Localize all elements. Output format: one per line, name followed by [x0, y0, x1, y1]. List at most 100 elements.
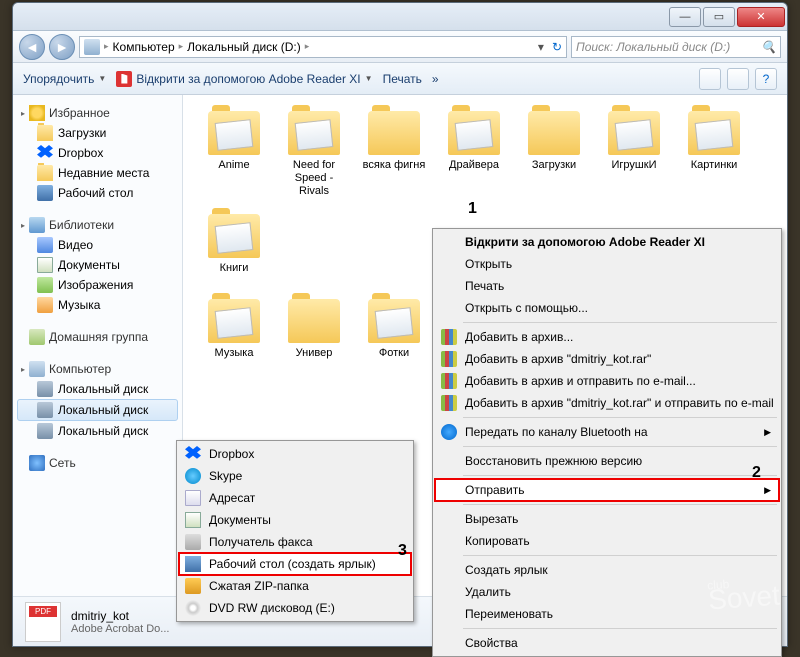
sendto-mail[interactable]: Адресат — [179, 487, 411, 509]
sendto-desktop-shortcut[interactable]: Рабочий стол (создать ярлык) — [179, 553, 411, 575]
titlebar[interactable]: — ▭ ✕ — [13, 3, 787, 31]
library-icon — [29, 217, 45, 233]
sidebar-item-disk-e[interactable]: Локальный диск — [17, 421, 178, 441]
folder-item[interactable]: ИгрушкИ — [595, 107, 673, 202]
folder-item[interactable]: Книги — [195, 210, 273, 279]
video-icon — [37, 237, 53, 253]
sidebar-item-downloads[interactable]: Загрузки — [17, 123, 178, 143]
rar-icon — [441, 329, 457, 345]
ctx-openwith[interactable]: Открыть с помощью... — [435, 297, 779, 319]
folder-item[interactable]: Фотки — [355, 295, 433, 364]
sidebar-item-documents[interactable]: Документы — [17, 255, 178, 275]
sidebar-network[interactable]: ▸Сеть — [17, 453, 178, 473]
preview-pane-button[interactable] — [727, 68, 749, 90]
computer-icon — [29, 361, 45, 377]
sendto-documents[interactable]: Документы — [179, 509, 411, 531]
sendto-skype[interactable]: Skype — [179, 465, 411, 487]
search-input[interactable]: Поиск: Локальный диск (D:) 🔍 — [571, 36, 781, 58]
folder-item[interactable]: всяка фигня — [355, 107, 433, 202]
view-options-button[interactable] — [699, 68, 721, 90]
back-button[interactable]: ◄ — [19, 34, 45, 60]
separator — [463, 475, 777, 476]
desktop-icon — [185, 556, 201, 572]
print-button[interactable]: Печать — [383, 72, 422, 86]
ctx-print[interactable]: Печать — [435, 275, 779, 297]
folder-icon — [608, 111, 660, 155]
ctx-archive-named[interactable]: Добавить в архив "dmitriy_kot.rar" — [435, 348, 779, 370]
folder-item[interactable]: Загрузки — [515, 107, 593, 202]
folder-icon — [288, 111, 340, 155]
sidebar-computer[interactable]: ▸Компьютер — [17, 359, 178, 379]
folder-item[interactable]: Need for Speed - Rivals — [275, 107, 353, 202]
ctx-archive-email[interactable]: Добавить в архив и отправить по e-mail..… — [435, 370, 779, 392]
more-button[interactable]: » — [432, 72, 439, 86]
ctx-open-adobe[interactable]: Відкрити за допомогою Adobe Reader XI — [435, 231, 779, 253]
drive-icon — [37, 423, 53, 439]
search-icon: 🔍 — [761, 40, 776, 54]
chevron-down-icon: ▼ — [365, 74, 373, 83]
rar-icon — [441, 395, 457, 411]
folder-icon — [368, 111, 420, 155]
ctx-cut[interactable]: Вырезать — [435, 508, 779, 530]
sidebar-item-disk-c[interactable]: Локальный диск — [17, 379, 178, 399]
sidebar-item-desktop[interactable]: Рабочий стол — [17, 183, 178, 203]
ctx-open[interactable]: Открыть — [435, 253, 779, 275]
sidebar-item-video[interactable]: Видео — [17, 235, 178, 255]
sidebar-favorites[interactable]: ▸Избранное — [17, 103, 178, 123]
collapse-icon: ▸ — [21, 109, 25, 118]
forward-button[interactable]: ► — [49, 34, 75, 60]
refresh-icon[interactable]: ↻ — [552, 40, 562, 54]
minimize-button[interactable]: — — [669, 7, 701, 27]
sendto-fax[interactable]: Получатель факса — [179, 531, 411, 553]
organize-button[interactable]: Упорядочить▼ — [23, 72, 106, 86]
ctx-rename[interactable]: Переименовать — [435, 603, 779, 625]
sendto-dvd[interactable]: DVD RW дисковод (E:) — [179, 597, 411, 619]
dropdown-icon[interactable]: ▾ — [538, 40, 544, 54]
star-icon — [29, 105, 45, 121]
breadcrumb-computer[interactable]: Компьютер — [113, 40, 175, 54]
ctx-restore[interactable]: Восстановить прежнюю версию — [435, 450, 779, 472]
sendto-zip[interactable]: Сжатая ZIP-папка — [179, 575, 411, 597]
sidebar-item-recent[interactable]: Недавние места — [17, 163, 178, 183]
folder-icon — [448, 111, 500, 155]
ctx-properties[interactable]: Свойства — [435, 632, 779, 654]
ctx-copy[interactable]: Копировать — [435, 530, 779, 552]
status-filename: dmitriy_kot — [71, 609, 169, 623]
sidebar-item-pictures[interactable]: Изображения — [17, 275, 178, 295]
dropbox-icon — [185, 446, 201, 462]
sidebar-item-music[interactable]: Музыка — [17, 295, 178, 315]
separator — [463, 555, 777, 556]
sendto-dropbox[interactable]: Dropbox — [179, 443, 411, 465]
ctx-shortcut[interactable]: Создать ярлык — [435, 559, 779, 581]
help-button[interactable]: ? — [755, 68, 777, 90]
sidebar-item-disk-d[interactable]: Локальный диск — [17, 399, 178, 421]
breadcrumb-disk[interactable]: Локальный диск (D:) — [187, 40, 301, 54]
sidebar-homegroup[interactable]: ▸Домашняя группа — [17, 327, 178, 347]
ctx-delete[interactable]: Удалить — [435, 581, 779, 603]
chevron-right-icon: ▸ — [305, 41, 310, 52]
music-icon — [37, 297, 53, 313]
open-with-button[interactable]: Відкрити за допомогою Adobe Reader XI▼ — [116, 71, 372, 87]
documents-icon — [185, 512, 201, 528]
ctx-archive-named-email[interactable]: Добавить в архив "dmitriy_kot.rar" и отп… — [435, 392, 779, 414]
sidebar-libraries[interactable]: ▸Библиотеки — [17, 215, 178, 235]
folder-item[interactable]: Anime — [195, 107, 273, 202]
skype-icon — [185, 468, 201, 484]
maximize-button[interactable]: ▭ — [703, 7, 735, 27]
separator — [463, 504, 777, 505]
folder-item[interactable]: Музыка — [195, 295, 273, 364]
close-button[interactable]: ✕ — [737, 7, 785, 27]
folder-item[interactable]: Универ — [275, 295, 353, 364]
homegroup-icon — [29, 329, 45, 345]
folder-item[interactable]: Драйвера — [435, 107, 513, 202]
toolbar: Упорядочить▼ Відкрити за допомогою Adobe… — [13, 63, 787, 95]
chevron-right-icon: ▸ — [179, 41, 184, 52]
context-menu: Відкрити за допомогою Adobe Reader XI От… — [432, 228, 782, 657]
ctx-send-to[interactable]: Отправить▶ — [435, 479, 779, 501]
address-bar[interactable]: ▸ Компьютер ▸ Локальный диск (D:) ▸ ▾ ↻ — [79, 36, 567, 58]
ctx-archive[interactable]: Добавить в архив... — [435, 326, 779, 348]
pdf-icon — [116, 71, 132, 87]
folder-item[interactable]: Картинки — [675, 107, 753, 202]
sidebar-item-dropbox[interactable]: Dropbox — [17, 143, 178, 163]
ctx-bluetooth[interactable]: Передать по каналу Bluetooth на▶ — [435, 421, 779, 443]
